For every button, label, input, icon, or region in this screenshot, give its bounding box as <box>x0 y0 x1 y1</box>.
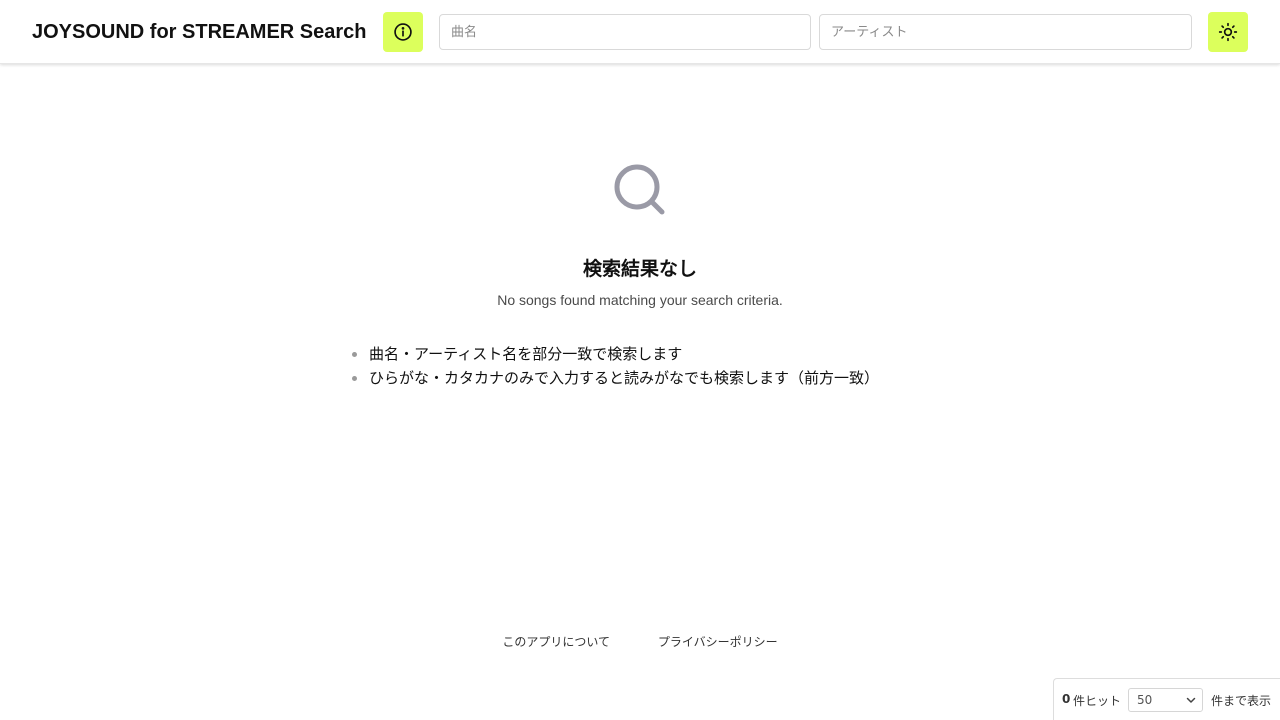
search-tips-list: 曲名・アーティスト名を部分一致で検索します ひらがな・カタカナのみで入力すると読… <box>352 342 879 390</box>
empty-state-title: 検索結果なし <box>582 258 697 280</box>
result-status-bar: 0 件ヒット 50 件まで表示 <box>1053 678 1280 720</box>
artist-input[interactable] <box>819 14 1192 50</box>
privacy-policy-link[interactable]: プライバシーポリシー <box>658 635 778 649</box>
app-header: JOYSOUND for STREAMER Search <box>0 0 1280 64</box>
app-title: JOYSOUND for STREAMER Search <box>32 21 367 43</box>
info-button[interactable] <box>383 12 423 52</box>
display-limit-suffix: 件まで表示 <box>1211 694 1272 708</box>
search-tip: ひらがな・カタカナのみで入力すると読みがなでも検索します（前方一致） <box>352 366 879 390</box>
empty-state-subtitle: No songs found matching your search crit… <box>497 292 783 308</box>
theme-toggle-button[interactable] <box>1208 12 1248 52</box>
display-limit-select[interactable]: 50 <box>1128 688 1203 712</box>
hit-count: 0 <box>1062 692 1071 706</box>
song-title-input[interactable] <box>439 14 811 50</box>
search-tip: 曲名・アーティスト名を部分一致で検索します <box>352 342 879 366</box>
info-circle-icon <box>394 23 412 41</box>
footer-links: このアプリについて プライバシーポリシー <box>0 633 1280 650</box>
hit-count-label: 件ヒット <box>1073 694 1122 708</box>
chevron-down-icon <box>1186 697 1196 703</box>
search-icon <box>614 164 665 215</box>
sun-icon <box>1218 22 1238 42</box>
display-limit-value: 50 <box>1137 693 1153 707</box>
about-link[interactable]: このアプリについて <box>502 635 610 649</box>
